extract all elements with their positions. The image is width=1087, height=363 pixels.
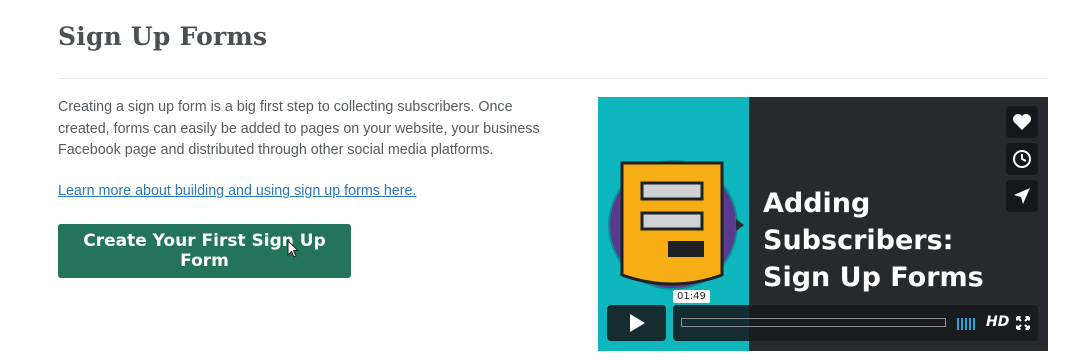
fullscreen-icon[interactable] — [1016, 316, 1030, 330]
control-bar: HD — [673, 305, 1038, 341]
progress-track[interactable] — [681, 318, 946, 327]
create-signup-form-button[interactable]: Create Your First Sign Up Form — [58, 224, 351, 278]
intro-paragraph: Creating a sign up form is a big first s… — [58, 99, 540, 158]
play-icon — [629, 314, 645, 332]
like-button[interactable] — [1006, 106, 1038, 138]
share-button[interactable] — [1006, 180, 1038, 212]
heart-icon — [1013, 114, 1031, 130]
video-player[interactable]: Adding Subscribers: Sign Up Forms HD 01:… — [598, 97, 1048, 351]
mouse-cursor-icon — [287, 240, 299, 258]
duration-badge: 01:49 — [673, 290, 710, 303]
learn-more-link[interactable]: Learn more about building and using sign… — [58, 183, 416, 199]
play-button[interactable] — [607, 305, 666, 341]
title-divider — [58, 78, 1048, 79]
hd-toggle[interactable]: HD — [986, 314, 1009, 330]
video-controls: HD 01:49 — [607, 290, 1038, 341]
page-title: Sign Up Forms — [58, 22, 268, 51]
send-icon — [1014, 188, 1030, 204]
clock-icon — [1013, 150, 1031, 168]
volume-icon[interactable] — [957, 316, 979, 330]
watch-later-button[interactable] — [1006, 143, 1038, 175]
